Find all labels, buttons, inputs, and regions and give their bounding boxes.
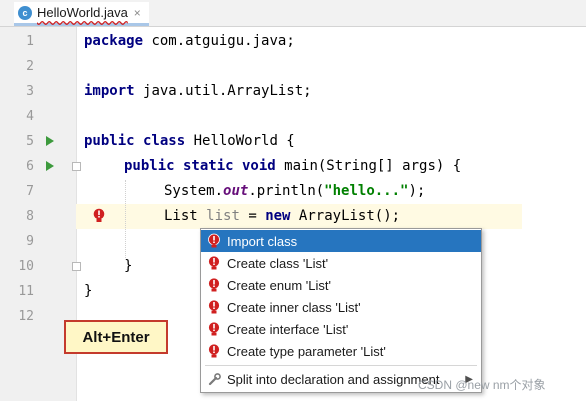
intention-actions-popup: Import class Create class 'List' Create en… <box>200 228 482 393</box>
intention-item[interactable]: Create type parameter 'List' <box>201 340 481 362</box>
line-number: 9 <box>26 234 34 249</box>
error-bulb-icon <box>208 233 220 248</box>
intention-item[interactable]: Import class <box>201 230 481 252</box>
watermark: CSDN @new nm个对象 <box>418 378 546 392</box>
code-line[interactable]: 1 package com.atguigu.java; <box>0 29 586 54</box>
line-number: 11 <box>18 284 34 299</box>
split-declaration-label: Split into declaration and assignment <box>227 371 440 387</box>
code-text: System.out.println("hello..."); <box>164 179 425 204</box>
tab-title: HelloWorld.java <box>37 5 128 20</box>
code-text: import java.util.ArrayList; <box>84 79 312 104</box>
code-text: public class HelloWorld { <box>84 129 295 154</box>
close-icon[interactable]: × <box>134 6 141 20</box>
line-number: 1 <box>26 34 34 49</box>
error-bulb-icon[interactable] <box>93 208 105 224</box>
intention-item-label: Create enum 'List' <box>227 277 331 293</box>
code-token: public static void <box>124 158 276 174</box>
code-token: } <box>124 258 133 274</box>
intention-item[interactable]: Create class 'List' <box>201 252 481 274</box>
code-token: ArrayList(); <box>298 208 401 224</box>
code-token: public class <box>84 133 186 149</box>
code-token: main(String[] args) { <box>284 158 462 174</box>
line-number: 6 <box>26 159 34 174</box>
fold-icon[interactable] <box>72 262 81 271</box>
wrench-icon <box>208 373 221 386</box>
line-number: 12 <box>18 309 34 324</box>
error-bulb-icon <box>208 321 220 336</box>
code-line[interactable]: 3 import java.util.ArrayList; <box>0 79 586 104</box>
code-token: System. <box>164 183 224 199</box>
intention-item-label: Create inner class 'List' <box>227 299 361 315</box>
code-token: "hello..." <box>324 183 409 199</box>
line-number: 10 <box>18 259 34 274</box>
code-line[interactable]: 7 System.out.println("hello..."); <box>0 179 586 204</box>
code-token: list <box>206 208 240 224</box>
intention-item[interactable]: Create enum 'List' <box>201 274 481 296</box>
code-text: } <box>84 279 92 304</box>
code-text: package com.atguigu.java; <box>84 29 295 54</box>
code-token: } <box>84 283 93 299</box>
intention-item-label: Create interface 'List' <box>227 321 349 337</box>
code-token: ); <box>408 183 426 199</box>
intention-item-label: Create class 'List' <box>227 255 329 271</box>
line-number: 4 <box>26 109 34 124</box>
code-token: = <box>248 208 257 224</box>
line-number: 8 <box>26 209 34 224</box>
code-line[interactable]: 6 public static void main(String[] args) … <box>0 154 586 179</box>
code-token: new <box>265 208 291 224</box>
code-text: public static void main(String[] args) { <box>124 154 461 179</box>
editor-tab-bar: c HelloWorld.java × <box>0 0 586 27</box>
error-bulb-icon <box>208 255 220 270</box>
code-token: List <box>164 208 198 224</box>
indent-guide <box>125 180 126 260</box>
intention-item-label: Create type parameter 'List' <box>227 343 386 359</box>
run-icon[interactable] <box>46 161 54 171</box>
code-line[interactable]: 5 public class HelloWorld { <box>0 129 586 154</box>
code-token: out <box>223 183 249 199</box>
class-c-icon: c <box>18 5 32 20</box>
error-bulb-icon <box>208 343 220 358</box>
popup-separator <box>205 365 477 366</box>
shortcut-callout: Alt+Enter <box>64 320 168 354</box>
code-line[interactable]: 4 <box>0 104 586 129</box>
fold-icon[interactable] <box>72 162 81 171</box>
code-token: HelloWorld { <box>193 133 295 149</box>
line-number: 7 <box>26 184 34 199</box>
code-token: java.util.ArrayList; <box>143 83 312 99</box>
code-token: package <box>84 33 144 49</box>
code-line[interactable]: 8 List list = new ArrayList(); <box>26 204 522 229</box>
run-icon[interactable] <box>46 136 54 146</box>
error-bulb-icon <box>208 299 220 314</box>
code-line[interactable]: 2 <box>0 54 586 79</box>
code-token: .println( <box>248 183 325 199</box>
code-token: import <box>84 83 135 99</box>
line-number: 3 <box>26 84 34 99</box>
intention-item[interactable]: Create interface 'List' <box>201 318 481 340</box>
line-number: 5 <box>26 134 34 149</box>
code-text: List list = new ArrayList(); <box>164 204 400 229</box>
intention-item-label: Import class <box>227 233 298 249</box>
code-token: com.atguigu.java; <box>151 33 295 49</box>
error-bulb-icon <box>208 277 220 292</box>
line-number: 2 <box>26 59 34 74</box>
intention-item[interactable]: Create inner class 'List' <box>201 296 481 318</box>
tab-helloworld-java[interactable]: c HelloWorld.java × <box>14 2 149 26</box>
